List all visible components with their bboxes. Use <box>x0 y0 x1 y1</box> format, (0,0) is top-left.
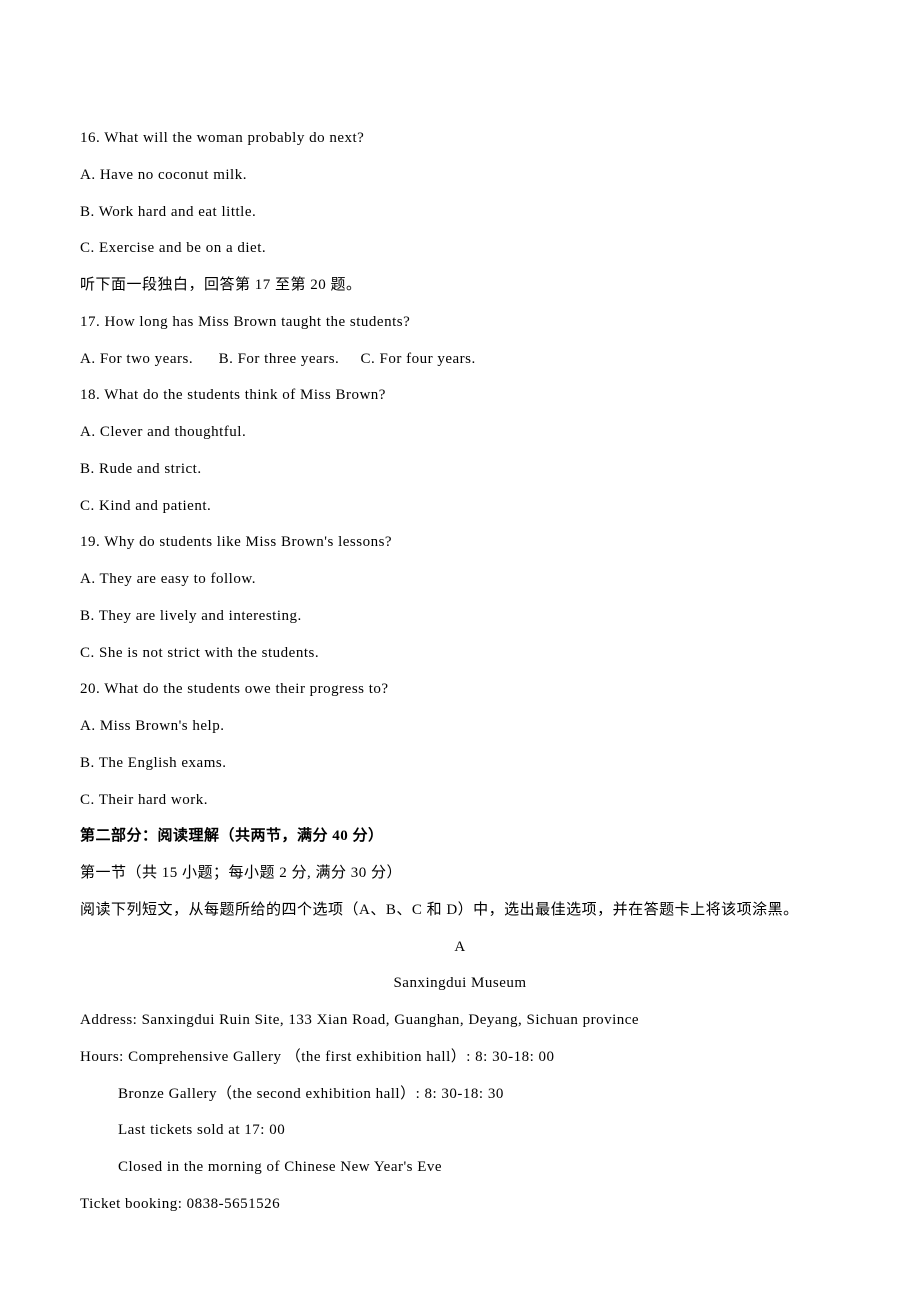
section2-heading: 第二部分：阅读理解（共两节，满分 40 分） <box>80 818 840 855</box>
q20-prompt: 20. What do the students owe their progr… <box>80 671 840 708</box>
q19-prompt: 19. Why do students like Miss Brown's le… <box>80 524 840 561</box>
q17-prompt: 17. How long has Miss Brown taught the s… <box>80 304 840 341</box>
q19-option-c: C. She is not strict with the students. <box>80 635 840 672</box>
q19-option-b: B. They are lively and interesting. <box>80 598 840 635</box>
passage-letter: A <box>80 929 840 966</box>
q16-option-a: A. Have no coconut milk. <box>80 157 840 194</box>
q19-option-a: A. They are easy to follow. <box>80 561 840 598</box>
monologue-intro: 听下面一段独白，回答第 17 至第 20 题。 <box>80 267 840 304</box>
passage-a-title: Sanxingdui Museum <box>80 965 840 1002</box>
q16-option-b: B. Work hard and eat little. <box>80 194 840 231</box>
exam-page: 16. What will the woman probably do next… <box>0 0 920 1302</box>
q20-option-c: C. Their hard work. <box>80 782 840 819</box>
q18-option-b: B. Rude and strict. <box>80 451 840 488</box>
passage-a-address: Address: Sanxingdui Ruin Site, 133 Xian … <box>80 1002 840 1039</box>
passage-a-hours1: Hours: Comprehensive Gallery （the first … <box>80 1039 840 1076</box>
q17-options: A. For two years. B. For three years. C.… <box>80 341 840 378</box>
q18-option-c: C. Kind and patient. <box>80 488 840 525</box>
section2-sub2: 阅读下列短文，从每题所给的四个选项（A、B、C 和 D）中，选出最佳选项，并在答… <box>80 892 840 929</box>
q16-option-c: C. Exercise and be on a diet. <box>80 230 840 267</box>
q20-option-a: A. Miss Brown's help. <box>80 708 840 745</box>
section2-sub1: 第一节（共 15 小题；每小题 2 分, 满分 30 分） <box>80 855 840 892</box>
q18-option-a: A. Clever and thoughtful. <box>80 414 840 451</box>
q20-option-b: B. The English exams. <box>80 745 840 782</box>
q16-prompt: 16. What will the woman probably do next… <box>80 120 840 157</box>
passage-a-hours3: Last tickets sold at 17: 00 <box>80 1112 840 1149</box>
passage-a-hours2: Bronze Gallery（the second exhibition hal… <box>80 1076 840 1113</box>
passage-a-hours4: Closed in the morning of Chinese New Yea… <box>80 1149 840 1186</box>
q18-prompt: 18. What do the students think of Miss B… <box>80 377 840 414</box>
passage-a-ticket: Ticket booking: 0838-5651526 <box>80 1186 840 1223</box>
